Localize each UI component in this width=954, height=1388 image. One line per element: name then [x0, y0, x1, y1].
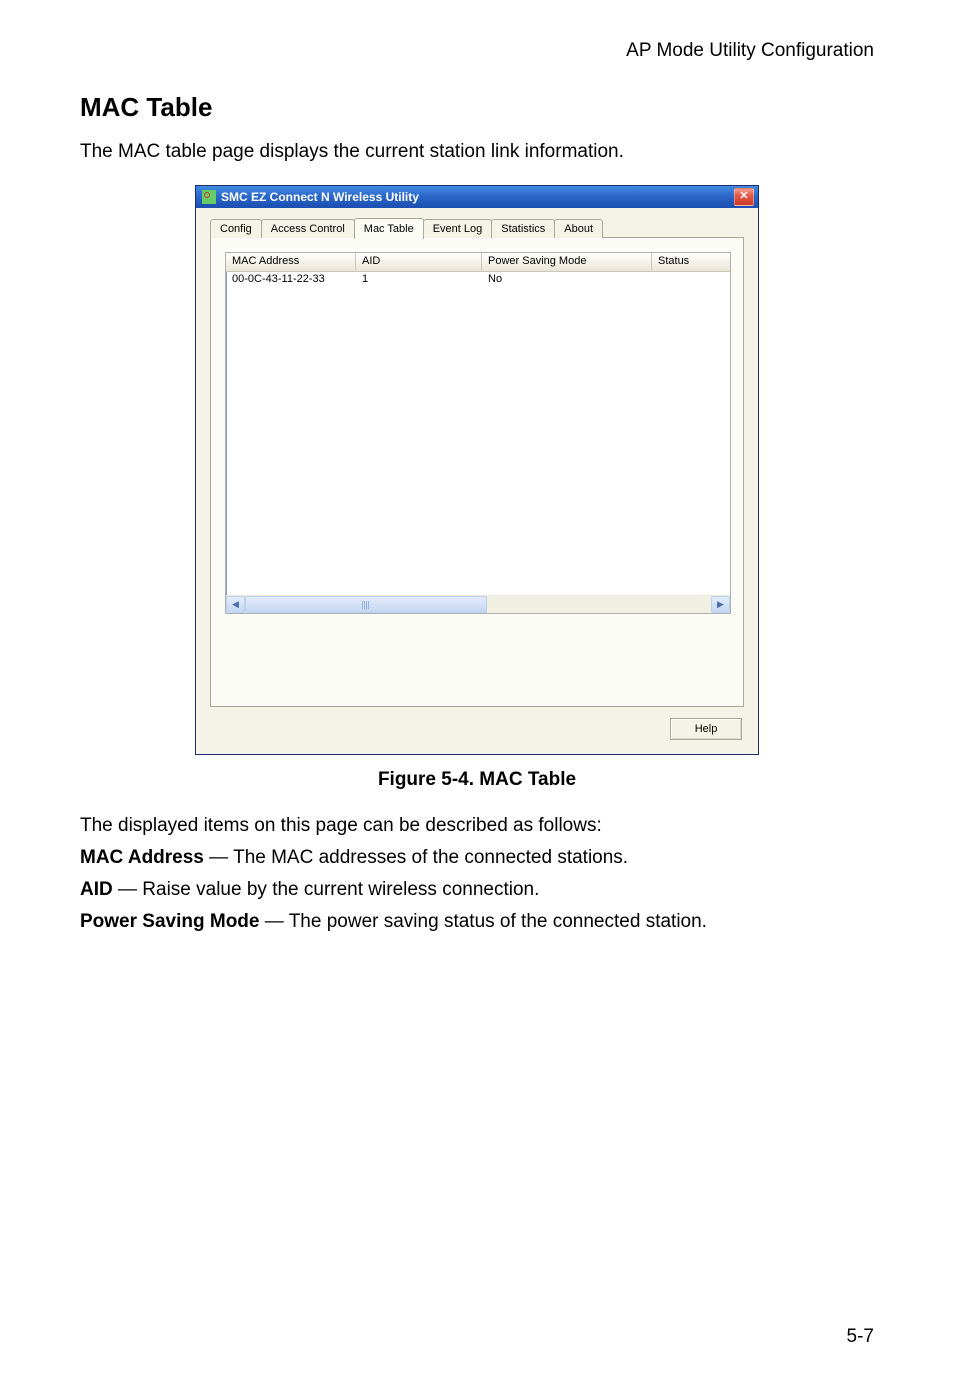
- mac-table-list[interactable]: MAC Address AID Power Saving Mode Status…: [225, 252, 731, 614]
- term-aid: AID: [80, 879, 113, 900]
- utility-window: SMC EZ Connect N Wireless Utility ✕ Conf…: [195, 185, 759, 755]
- page-number: 5-7: [847, 1326, 874, 1348]
- close-button[interactable]: ✕: [734, 188, 754, 206]
- app-icon: [202, 190, 216, 204]
- term-mac-address: MAC Address: [80, 847, 204, 868]
- tab-access-control[interactable]: Access Control: [261, 219, 355, 238]
- page-header-right: AP Mode Utility Configuration: [80, 40, 874, 62]
- window-body: Config Access Control Mac Table Event Lo…: [196, 208, 758, 754]
- col-mac-address[interactable]: MAC Address: [226, 253, 356, 271]
- tab-statistics[interactable]: Statistics: [491, 219, 555, 238]
- description-mac-address: MAC Address — The MAC addresses of the c…: [80, 847, 874, 869]
- rest-aid: — Raise value by the current wireless co…: [113, 879, 540, 900]
- tab-config[interactable]: Config: [210, 219, 262, 238]
- description-aid: AID — Raise value by the current wireles…: [80, 879, 874, 901]
- description-power-saving: Power Saving Mode — The power saving sta…: [80, 911, 874, 933]
- scroll-track[interactable]: [245, 596, 711, 613]
- tab-event-log[interactable]: Event Log: [423, 219, 493, 238]
- col-status[interactable]: Status: [652, 253, 730, 271]
- term-power-saving: Power Saving Mode: [80, 911, 259, 932]
- tab-strip: Config Access Control Mac Table Event Lo…: [210, 218, 744, 238]
- intro-text: The MAC table page displays the current …: [80, 141, 874, 163]
- description-intro: The displayed items on this page can be …: [80, 815, 874, 837]
- cell-mac: 00-0C-43-11-22-33: [226, 272, 356, 287]
- scroll-thumb[interactable]: [245, 596, 487, 613]
- list-header: MAC Address AID Power Saving Mode Status: [226, 253, 730, 272]
- titlebar: SMC EZ Connect N Wireless Utility ✕: [196, 186, 758, 208]
- section-title: MAC Table: [80, 92, 874, 123]
- titlebar-left: SMC EZ Connect N Wireless Utility: [202, 190, 419, 204]
- col-aid[interactable]: AID: [356, 253, 482, 271]
- cell-psm: No: [482, 272, 652, 287]
- button-row: Help: [210, 708, 744, 740]
- rest-power-saving: — The power saving status of the connect…: [259, 911, 706, 932]
- cell-aid: 1: [356, 272, 482, 287]
- help-button[interactable]: Help: [670, 718, 742, 740]
- scroll-right-button[interactable]: ▶: [711, 596, 730, 613]
- horizontal-scrollbar[interactable]: ◀ ▶: [226, 595, 730, 613]
- tab-about[interactable]: About: [554, 219, 603, 238]
- tab-panel: MAC Address AID Power Saving Mode Status…: [210, 237, 744, 707]
- window-title: SMC EZ Connect N Wireless Utility: [221, 190, 419, 204]
- col-power-saving[interactable]: Power Saving Mode: [482, 253, 652, 271]
- cell-status: [652, 272, 730, 287]
- figure-caption: Figure 5-4. MAC Table: [80, 769, 874, 791]
- scroll-left-button[interactable]: ◀: [226, 596, 245, 613]
- tab-mac-table[interactable]: Mac Table: [354, 218, 424, 239]
- rest-mac-address: — The MAC addresses of the connected sta…: [204, 847, 628, 868]
- table-row[interactable]: 00-0C-43-11-22-33 1 No: [226, 272, 730, 287]
